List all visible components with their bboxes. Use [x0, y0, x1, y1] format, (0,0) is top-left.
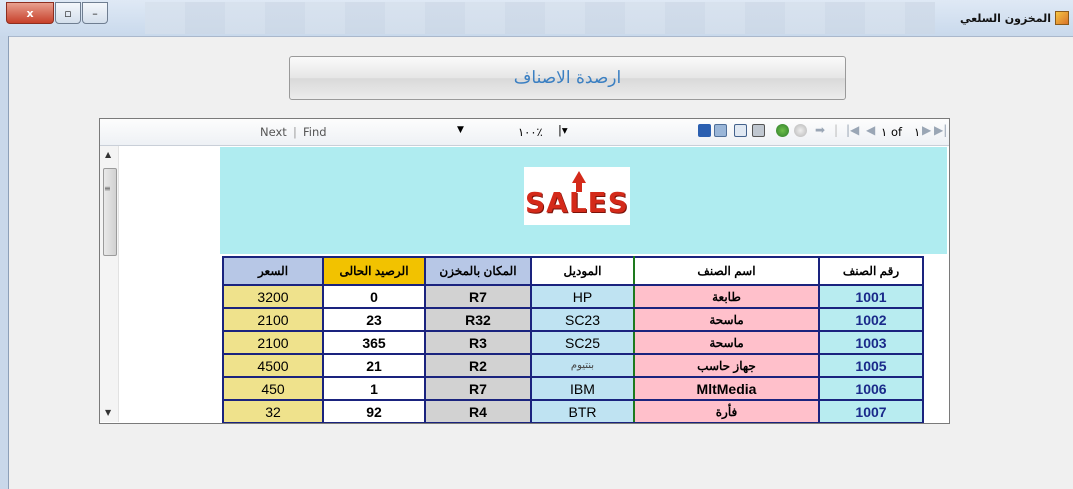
- window-left-frame: [0, 36, 9, 489]
- window-title: المخزون السلعي: [960, 11, 1069, 25]
- cell-balance: 92: [322, 399, 426, 423]
- cell-model: SC23: [530, 307, 635, 332]
- close-button[interactable]: x: [6, 2, 54, 24]
- cell-model: SC25: [530, 330, 635, 355]
- stop-icon[interactable]: [794, 124, 807, 137]
- report-banner: SALES: [220, 147, 947, 254]
- cell-balance: 23: [322, 307, 426, 332]
- export-icon[interactable]: [698, 124, 711, 137]
- items-table: السعر الرصيد الحالى المكان بالمخزن المود…: [222, 256, 924, 423]
- table-row: 2100 23 R32 SC23 ماسحة 1002: [222, 307, 924, 332]
- cell-balance: 365: [322, 330, 426, 355]
- vertical-scrollbar[interactable]: ▲ ≡ ▼: [100, 146, 119, 422]
- chevron-down-icon[interactable]: ▼: [457, 125, 464, 135]
- cell-code: 1005: [818, 353, 924, 378]
- window-controls: x ▫ –: [6, 2, 108, 24]
- column-header-name: اسم الصنف: [633, 256, 820, 286]
- cell-location: R7: [424, 376, 532, 401]
- cell-location: R7: [424, 284, 532, 309]
- table-row: 4500 21 R2 بنتيوم جهاز حاسب 1005: [222, 353, 924, 378]
- document-map-icon[interactable]: [714, 124, 727, 137]
- cell-price: 4500: [222, 353, 324, 378]
- zoom-select[interactable]: ١٠٠٪: [518, 125, 543, 139]
- refresh-icon[interactable]: [776, 124, 789, 137]
- table-row: 3200 0 R7 HP طابعة 1001: [222, 284, 924, 309]
- page-of-label: of: [891, 125, 903, 139]
- report-viewer: Next | Find ▼ ١٠٠٪ |▾ ➡ | |◀ ◀ ١ of ١ ▶ …: [99, 118, 950, 424]
- back-icon[interactable]: ➡: [815, 123, 825, 137]
- report-title-text: ارصدة الاصناف: [513, 68, 622, 88]
- column-header-price: السعر: [222, 256, 324, 286]
- cell-code: 1006: [818, 376, 924, 401]
- cell-price: 2100: [222, 330, 324, 355]
- minimize-button[interactable]: –: [82, 2, 108, 24]
- previous-page-icon[interactable]: ◀: [866, 123, 875, 137]
- cell-price: 3200: [222, 284, 324, 309]
- app-icon: [1055, 11, 1069, 25]
- cell-price: 2100: [222, 307, 324, 332]
- window-title-text: المخزون السلعي: [959, 11, 1051, 25]
- cell-name: طابعة: [633, 284, 820, 309]
- column-header-model: الموديل: [530, 256, 635, 286]
- table-header-row: السعر الرصيد الحالى المكان بالمخزن المود…: [222, 256, 924, 286]
- cell-location: R4: [424, 399, 532, 423]
- report-title-button[interactable]: ارصدة الاصناف: [289, 56, 846, 100]
- sales-logo: SALES: [524, 167, 630, 225]
- cell-name: فأرة: [633, 399, 820, 423]
- column-header-balance: الرصيد الحالى: [322, 256, 426, 286]
- cell-location: R3: [424, 330, 532, 355]
- column-header-location: المكان بالمخزن: [424, 256, 532, 286]
- cell-code: 1001: [818, 284, 924, 309]
- last-page-icon[interactable]: ▶|: [934, 123, 947, 137]
- cell-code: 1007: [818, 399, 924, 423]
- scroll-thumb[interactable]: [103, 168, 117, 256]
- cell-name: ماسحة: [633, 330, 820, 355]
- cell-code: 1002: [818, 307, 924, 332]
- cell-location: R32: [424, 307, 532, 332]
- print-icon[interactable]: [752, 124, 765, 137]
- report-toolbar: Next | Find ▼ ١٠٠٪ |▾ ➡ | |◀ ◀ ١ of ١ ▶ …: [100, 119, 949, 146]
- cell-code: 1003: [818, 330, 924, 355]
- page-total-label: ١: [914, 125, 921, 139]
- cell-name: ماسحة: [633, 307, 820, 332]
- cell-price: 450: [222, 376, 324, 401]
- separator-icon: |: [834, 123, 839, 137]
- report-page: SALES السعر الرصيد الحالى المكان بالمخزن…: [220, 147, 947, 423]
- find-link[interactable]: Find: [303, 125, 327, 139]
- zoom-dropdown-icon[interactable]: |▾: [558, 123, 568, 137]
- cell-balance: 0: [322, 284, 426, 309]
- cell-model: HP: [530, 284, 635, 309]
- cell-balance: 1: [322, 376, 426, 401]
- cell-model: بنتيوم: [530, 353, 635, 378]
- cell-model: BTR: [530, 399, 635, 423]
- column-header-code: رقم الصنف: [818, 256, 924, 286]
- title-bar: x ▫ – المخزون السلعي: [0, 0, 1073, 37]
- find-next-link[interactable]: Next: [260, 125, 287, 139]
- find-text-input[interactable]: ▼: [332, 123, 464, 141]
- cell-balance: 21: [322, 353, 426, 378]
- scroll-down-icon[interactable]: ▼: [105, 408, 111, 417]
- cell-name: MltMedia: [633, 376, 820, 401]
- maximize-button[interactable]: ▫: [55, 2, 81, 24]
- table-row: 32 92 R4 BTR فأرة 1007: [222, 399, 924, 423]
- print-layout-icon[interactable]: [734, 124, 747, 137]
- next-page-icon[interactable]: ▶: [922, 123, 931, 137]
- table-row: 2100 365 R3 SC25 ماسحة 1003: [222, 330, 924, 355]
- logo-arrow-shaft: [576, 182, 582, 192]
- current-page-input[interactable]: ١: [881, 125, 887, 139]
- toolbar-separator: |: [293, 125, 297, 139]
- cell-price: 32: [222, 399, 324, 423]
- background-ribbon: [145, 2, 935, 34]
- cell-location: R2: [424, 353, 532, 378]
- cell-model: IBM: [530, 376, 635, 401]
- cell-name: جهاز حاسب: [633, 353, 820, 378]
- scroll-grip-icon: ≡: [104, 184, 111, 193]
- first-page-icon[interactable]: |◀: [846, 123, 859, 137]
- table-row: 450 1 R7 IBM MltMedia 1006: [222, 376, 924, 401]
- scroll-up-icon[interactable]: ▲: [105, 150, 111, 159]
